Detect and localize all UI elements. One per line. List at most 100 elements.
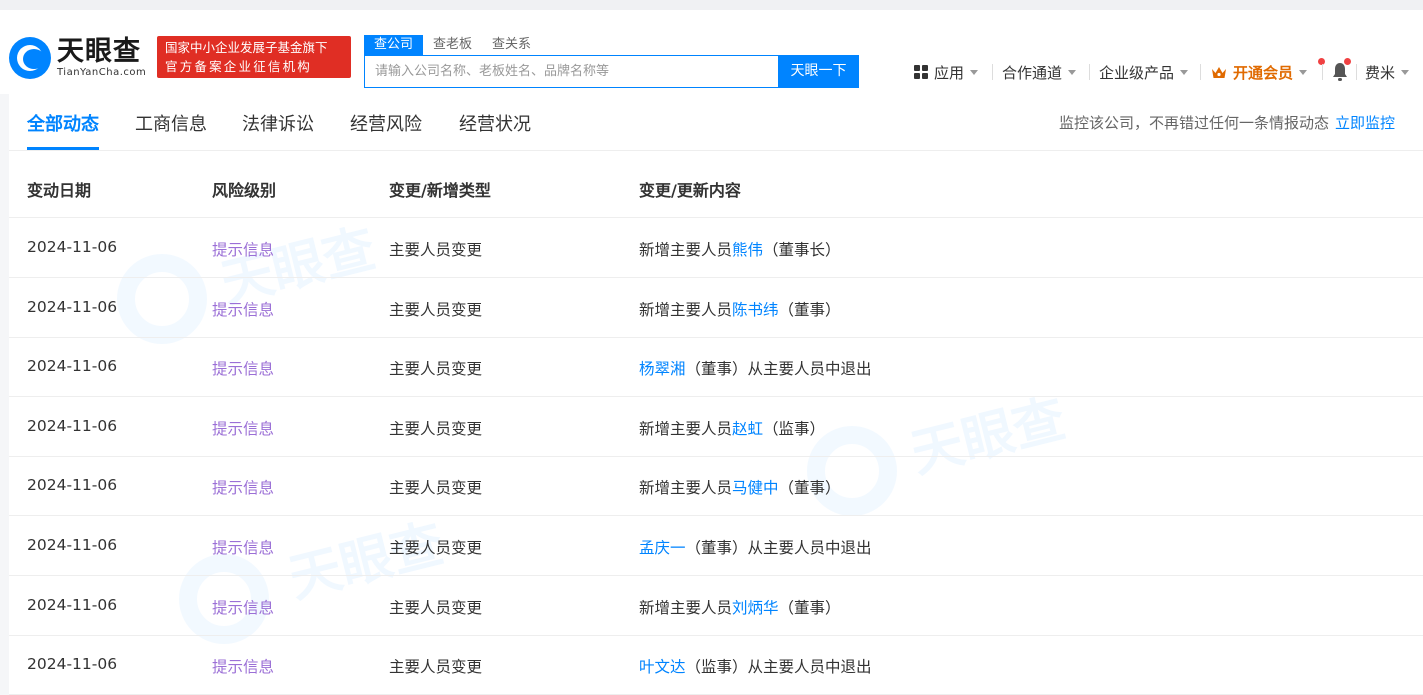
search-button[interactable]: 天眼一下 bbox=[778, 55, 859, 88]
tab-business-info[interactable]: 工商信息 bbox=[135, 110, 207, 136]
risk-level[interactable]: 提示信息 bbox=[212, 476, 274, 498]
change-date: 2024-11-06 bbox=[27, 655, 118, 674]
table-row: 2024-11-06 提示信息 主要人员变更 新增主要人员熊伟（董事长） bbox=[9, 218, 1423, 278]
content-suffix: （董事）从主要人员中退出 bbox=[685, 539, 872, 557]
change-content: 新增主要人员熊伟（董事长） bbox=[639, 238, 841, 260]
monitor-prompt: 监控该公司，不再错过任何一条情报动态 立即监控 bbox=[1058, 114, 1395, 132]
change-content: 新增主要人员赵虹（监事） bbox=[639, 417, 825, 439]
apps-grid-icon bbox=[914, 65, 928, 79]
active-tab-indicator bbox=[27, 147, 99, 150]
chevron-down-icon bbox=[970, 69, 979, 75]
header-change-content: 变更/更新内容 bbox=[639, 181, 741, 200]
nav-cooperation[interactable]: 合作通道 bbox=[1002, 60, 1077, 84]
change-date: 2024-11-06 bbox=[27, 357, 118, 376]
content-prefix: 新增主要人员 bbox=[639, 419, 733, 438]
change-content: 新增主要人员刘炳华（董事） bbox=[639, 596, 841, 618]
logo-domain: TianYanCha.com bbox=[57, 67, 147, 78]
change-type: 主要人员变更 bbox=[389, 598, 483, 617]
content-prefix: 新增主要人员 bbox=[639, 300, 733, 319]
header-risk-level: 风险级别 bbox=[212, 181, 277, 200]
content-prefix: 新增主要人员 bbox=[639, 241, 733, 259]
header-change-date: 变动日期 bbox=[27, 181, 92, 200]
tab-operating-risk[interactable]: 经营风险 bbox=[350, 110, 422, 136]
search-input[interactable] bbox=[365, 56, 779, 87]
content-suffix: （董事）从主要人员中退出 bbox=[685, 360, 872, 379]
search-tab-company[interactable]: 查公司 bbox=[364, 35, 424, 55]
change-type: 主要人员变更 bbox=[389, 300, 483, 319]
tab-all-dynamics[interactable]: 全部动态 bbox=[27, 110, 99, 136]
change-date: 2024-11-06 bbox=[27, 238, 118, 256]
change-type: 主要人员变更 bbox=[389, 658, 483, 677]
person-link[interactable]: 孟庆一 bbox=[639, 539, 686, 557]
change-type: 主要人员变更 bbox=[389, 419, 483, 438]
change-type: 主要人员变更 bbox=[389, 360, 483, 379]
person-link[interactable]: 杨翠湘 bbox=[639, 360, 686, 378]
change-type: 主要人员变更 bbox=[389, 241, 483, 259]
table-row: 2024-11-06 提示信息 主要人员变更 杨翠湘（董事）从主要人员中退出 bbox=[9, 337, 1423, 398]
content-suffix: （监事）从主要人员中退出 bbox=[685, 658, 872, 677]
chevron-down-icon bbox=[1180, 69, 1189, 75]
risk-level[interactable]: 提示信息 bbox=[212, 238, 274, 260]
risk-level[interactable]: 提示信息 bbox=[212, 417, 274, 439]
logo[interactable]: 天眼查 TianYanCha.com bbox=[9, 37, 146, 79]
content-prefix: 新增主要人员 bbox=[639, 598, 733, 617]
change-content: 杨翠湘（董事）从主要人员中退出 bbox=[639, 357, 872, 379]
person-link[interactable]: 陈书纬 bbox=[732, 301, 779, 319]
change-date: 2024-11-06 bbox=[27, 297, 118, 316]
monitor-now-link[interactable]: 立即监控 bbox=[1335, 114, 1395, 132]
tab-operating-status[interactable]: 经营状况 bbox=[459, 110, 531, 136]
official-badge: 国家中小企业发展子基金旗下 官方备案企业征信机构 bbox=[157, 36, 351, 78]
change-type: 主要人员变更 bbox=[389, 479, 483, 498]
nav-enterprise-products[interactable]: 企业级产品 bbox=[1099, 60, 1189, 84]
search-tab-relation[interactable]: 查关系 bbox=[482, 35, 541, 55]
change-date: 2024-11-06 bbox=[27, 416, 118, 435]
table-header: 变动日期 风险级别 变更/新增类型 变更/更新内容 bbox=[9, 151, 1423, 218]
chevron-down-icon bbox=[1068, 69, 1077, 75]
table-row: 2024-11-06 提示信息 主要人员变更 新增主要人员马健中（董事） bbox=[9, 456, 1423, 517]
nav-user-menu[interactable]: 费米 bbox=[1365, 60, 1410, 84]
change-date: 2024-11-06 bbox=[27, 476, 118, 495]
content-suffix: （董事） bbox=[778, 300, 841, 319]
table-row: 2024-11-06 提示信息 主要人员变更 叶文达（监事）从主要人员中退出 bbox=[9, 635, 1423, 695]
header-change-type: 变更/新增类型 bbox=[389, 181, 491, 200]
table-row: 2024-11-06 提示信息 主要人员变更 孟庆一（董事）从主要人员中退出 bbox=[9, 516, 1423, 576]
crown-icon bbox=[1212, 66, 1226, 78]
nav-apps[interactable]: 应用 bbox=[914, 60, 979, 84]
notification-dot bbox=[1344, 58, 1351, 65]
person-link[interactable]: 叶文达 bbox=[639, 658, 686, 676]
company-dynamics-panel: 天眼查 天眼查 天眼查 全部动态 工商信息 法律诉讼 经营风险 经营状况 监控该… bbox=[9, 94, 1423, 695]
person-link[interactable]: 赵虹 bbox=[732, 420, 763, 438]
top-header: 天眼查 TianYanCha.com 国家中小企业发展子基金旗下 官方备案企业征… bbox=[0, 0, 1423, 94]
bell-icon[interactable] bbox=[1332, 62, 1348, 82]
search-mode-tabs: 查公司 查老板 查关系 bbox=[364, 35, 541, 55]
search-tab-boss[interactable]: 查老板 bbox=[423, 35, 482, 55]
table-row: 2024-11-06 提示信息 主要人员变更 新增主要人员陈书纬（董事） bbox=[9, 278, 1423, 338]
content-suffix: （董事长） bbox=[763, 241, 841, 259]
content-suffix: （董事） bbox=[778, 598, 841, 617]
content-prefix: 新增主要人员 bbox=[639, 479, 733, 498]
nav-open-vip[interactable]: 开通会员 bbox=[1211, 60, 1308, 84]
change-type: 主要人员变更 bbox=[389, 539, 483, 557]
logo-eye-icon bbox=[9, 37, 51, 79]
person-link[interactable]: 刘炳华 bbox=[732, 599, 779, 617]
change-content: 孟庆一（董事）从主要人员中退出 bbox=[639, 536, 872, 558]
tab-legal-litigation[interactable]: 法律诉讼 bbox=[242, 110, 314, 136]
table-row: 2024-11-06 提示信息 主要人员变更 新增主要人员刘炳华（董事） bbox=[9, 576, 1423, 636]
risk-level[interactable]: 提示信息 bbox=[212, 596, 274, 618]
table-row: 2024-11-06 提示信息 主要人员变更 新增主要人员赵虹（监事） bbox=[9, 397, 1423, 457]
risk-level[interactable]: 提示信息 bbox=[212, 655, 274, 677]
chevron-down-icon bbox=[1401, 69, 1410, 75]
change-date: 2024-11-06 bbox=[27, 595, 118, 614]
person-link[interactable]: 马健中 bbox=[732, 479, 779, 497]
change-content: 叶文达（监事）从主要人员中退出 bbox=[639, 655, 872, 677]
search-box bbox=[364, 55, 780, 88]
dynamics-tabs: 全部动态 工商信息 法律诉讼 经营风险 经营状况 监控该公司，不再错过任何一条情… bbox=[9, 94, 1423, 151]
person-link[interactable]: 熊伟 bbox=[732, 241, 763, 259]
content-suffix: （董事） bbox=[778, 479, 841, 498]
risk-level[interactable]: 提示信息 bbox=[212, 357, 274, 379]
change-content: 新增主要人员马健中（董事） bbox=[639, 476, 841, 498]
risk-level[interactable]: 提示信息 bbox=[212, 536, 274, 558]
content-suffix: （监事） bbox=[763, 419, 826, 438]
logo-name: 天眼查 bbox=[57, 36, 141, 67]
risk-level[interactable]: 提示信息 bbox=[212, 298, 274, 320]
